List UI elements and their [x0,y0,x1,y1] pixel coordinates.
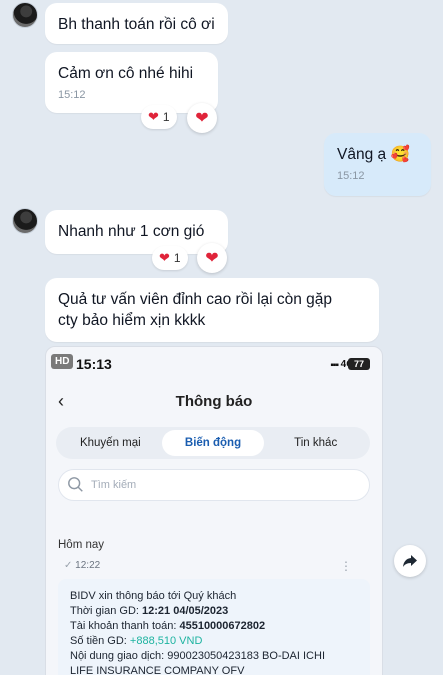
search-icon [68,477,83,492]
message-text: Cảm ơn cô nhé hihi [58,65,194,82]
reaction-summary[interactable]: ❤ 1 [141,105,177,129]
notification-card: BIDV xin thông báo tới Quý khách Thời gi… [58,579,370,675]
heart-icon: ❤ [195,110,209,127]
forward-arrow-icon [403,555,417,567]
more-options-icon: ⋮ [340,559,352,573]
message-text-line: Quả tư vấn viên đỉnh cao rồi lại còn gặp [58,291,333,308]
search-field: Tìm kiếm [58,469,370,501]
message-bubble[interactable]: Quả tư vấn viên đỉnh cao rồi lại còn gặp… [45,278,379,342]
message-bubble[interactable]: Bh thanh toán rồi cô ơi [45,3,228,44]
notification-line: Số tiền GD: +888,510 VND [70,635,203,647]
section-heading: Hôm nay [58,539,105,551]
double-check-icon: ✓ [64,560,73,571]
notification-time: ✓ 12:22 [64,560,101,571]
smiling-face-with-hearts-emoji: 🥰 [390,146,410,163]
tab-khuyen-mai: Khuyến mại [79,437,141,449]
battery-icon: 77 [348,358,370,370]
amount-value: +888,510 VND [129,635,203,647]
react-button[interactable]: ❤ [197,243,227,273]
reaction-summary[interactable]: ❤ 1 [152,246,188,270]
heart-icon: ❤ [148,109,159,124]
notification-line: Nội dung giao dịch: 990023050423183 BO-D… [70,650,326,662]
forward-button[interactable] [394,545,426,577]
tab-bar: Khuyến mại Biến động Tin khác [56,427,370,459]
search-placeholder: Tìm kiếm [91,479,137,491]
reaction-count: 1 [173,251,181,265]
notification-line: LIFE INSURANCE COMPANY OFV [70,665,245,675]
tab-tin-khac: Tin khác [294,437,338,449]
status-bar: HD 15:13 ▪▪▪ 4G 77 [46,347,382,385]
notification-line: BIDV xin thông báo tới Quý khách [70,590,237,602]
message-text: Bh thanh toán rồi cô ơi [58,16,215,33]
message-time: 15:12 [58,89,86,101]
react-button[interactable]: ❤ [187,103,217,133]
sender-avatar[interactable] [12,208,38,234]
heart-icon: ❤ [159,250,170,265]
message-text-line: cty bảo hiểm xịn kkkk [58,312,206,329]
hd-badge: HD [51,354,74,369]
notification-line: Thời gian GD: 12:21 04/05/2023 [70,605,229,617]
sender-avatar[interactable] [12,2,38,28]
status-clock: 15:13 [76,356,112,372]
tab-bien-dong: Biến động [161,430,265,456]
page-title: Thông báo [175,393,253,410]
message-text: Vâng ạ [337,146,387,163]
heart-icon: ❤ [205,250,219,267]
my-message-bubble[interactable]: Vâng ạ 🥰 15:12 [324,133,431,196]
screenshot-image[interactable]: HD 15:13 ▪▪▪ 4G 77 ‹ Thông báo Khuyến mạ… [45,346,383,675]
signal-icon: ▪▪▪ [330,360,339,371]
message-text: Nhanh như 1 cơn gió [58,223,205,240]
notification-line: Tài khoản thanh toán: 45510000672802 [70,620,266,632]
message-time: 15:12 [337,170,365,182]
message-bubble[interactable]: Cảm ơn cô nhé hihi 15:12 [45,52,218,113]
reaction-count: 1 [162,110,170,124]
